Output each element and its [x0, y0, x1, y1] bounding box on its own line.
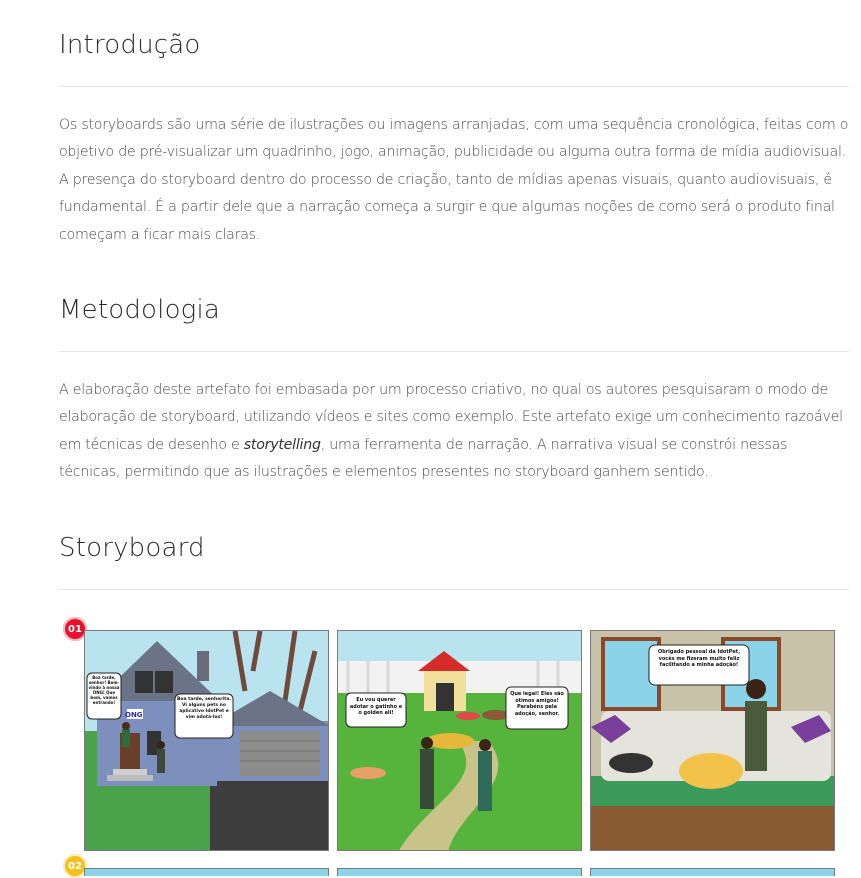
storyboard-panel-1[interactable]: ONG Boa tarde, senhor! Bem-vindo à nossa…	[84, 630, 329, 851]
methodology-paragraph: A elaboração deste artefato foi embasada…	[59, 377, 849, 487]
intro-paragraph: Os storyboards são uma série de ilustraç…	[59, 117, 849, 243]
intro-body: Os storyboards são uma série de ilustraç…	[59, 112, 849, 249]
panel-illustration	[85, 631, 328, 850]
speech-bubble: Que legal! Eles são ótimos amigos! Parab…	[510, 691, 564, 717]
storyboard-panel-6[interactable]	[590, 868, 835, 876]
section-title: Metodologia	[59, 295, 221, 325]
section-storyboard: Storyboard	[59, 533, 849, 563]
storyboard-panel-2[interactable]: Eu vou querer adotar o gatinho e o golde…	[337, 630, 582, 851]
divider	[59, 86, 849, 87]
section-title: Storyboard	[59, 533, 205, 563]
panel-sign: ONG	[125, 711, 143, 719]
storyboard-panel-5[interactable]	[337, 868, 582, 876]
speech-bubble: Eu vou querer adotar o gatinho e o golde…	[349, 697, 403, 716]
speech-bubble: Obrigado pessoal da IdotPet, vocês me fi…	[657, 649, 741, 668]
methodology-emphasis: storytelling	[243, 436, 321, 453]
divider	[59, 351, 849, 352]
section-introducao: Introdução	[59, 30, 849, 60]
speech-bubble: Boa tarde, senhorita. Vi alguns pets no …	[177, 697, 231, 720]
speech-bubble: Boa tarde, senhor! Bem-vindo à nossa ONG…	[88, 675, 120, 705]
storyboard-panel-4[interactable]	[84, 868, 329, 876]
methodology-body: A elaboração deste artefato foi embasada…	[59, 377, 849, 487]
section-title: Introdução	[59, 30, 201, 60]
storyboard-panel-3[interactable]: Obrigado pessoal da IdotPet, vocês me fi…	[590, 630, 835, 851]
section-metodologia: Metodologia	[59, 295, 849, 325]
divider	[59, 589, 849, 590]
panel-illustration	[338, 631, 581, 850]
